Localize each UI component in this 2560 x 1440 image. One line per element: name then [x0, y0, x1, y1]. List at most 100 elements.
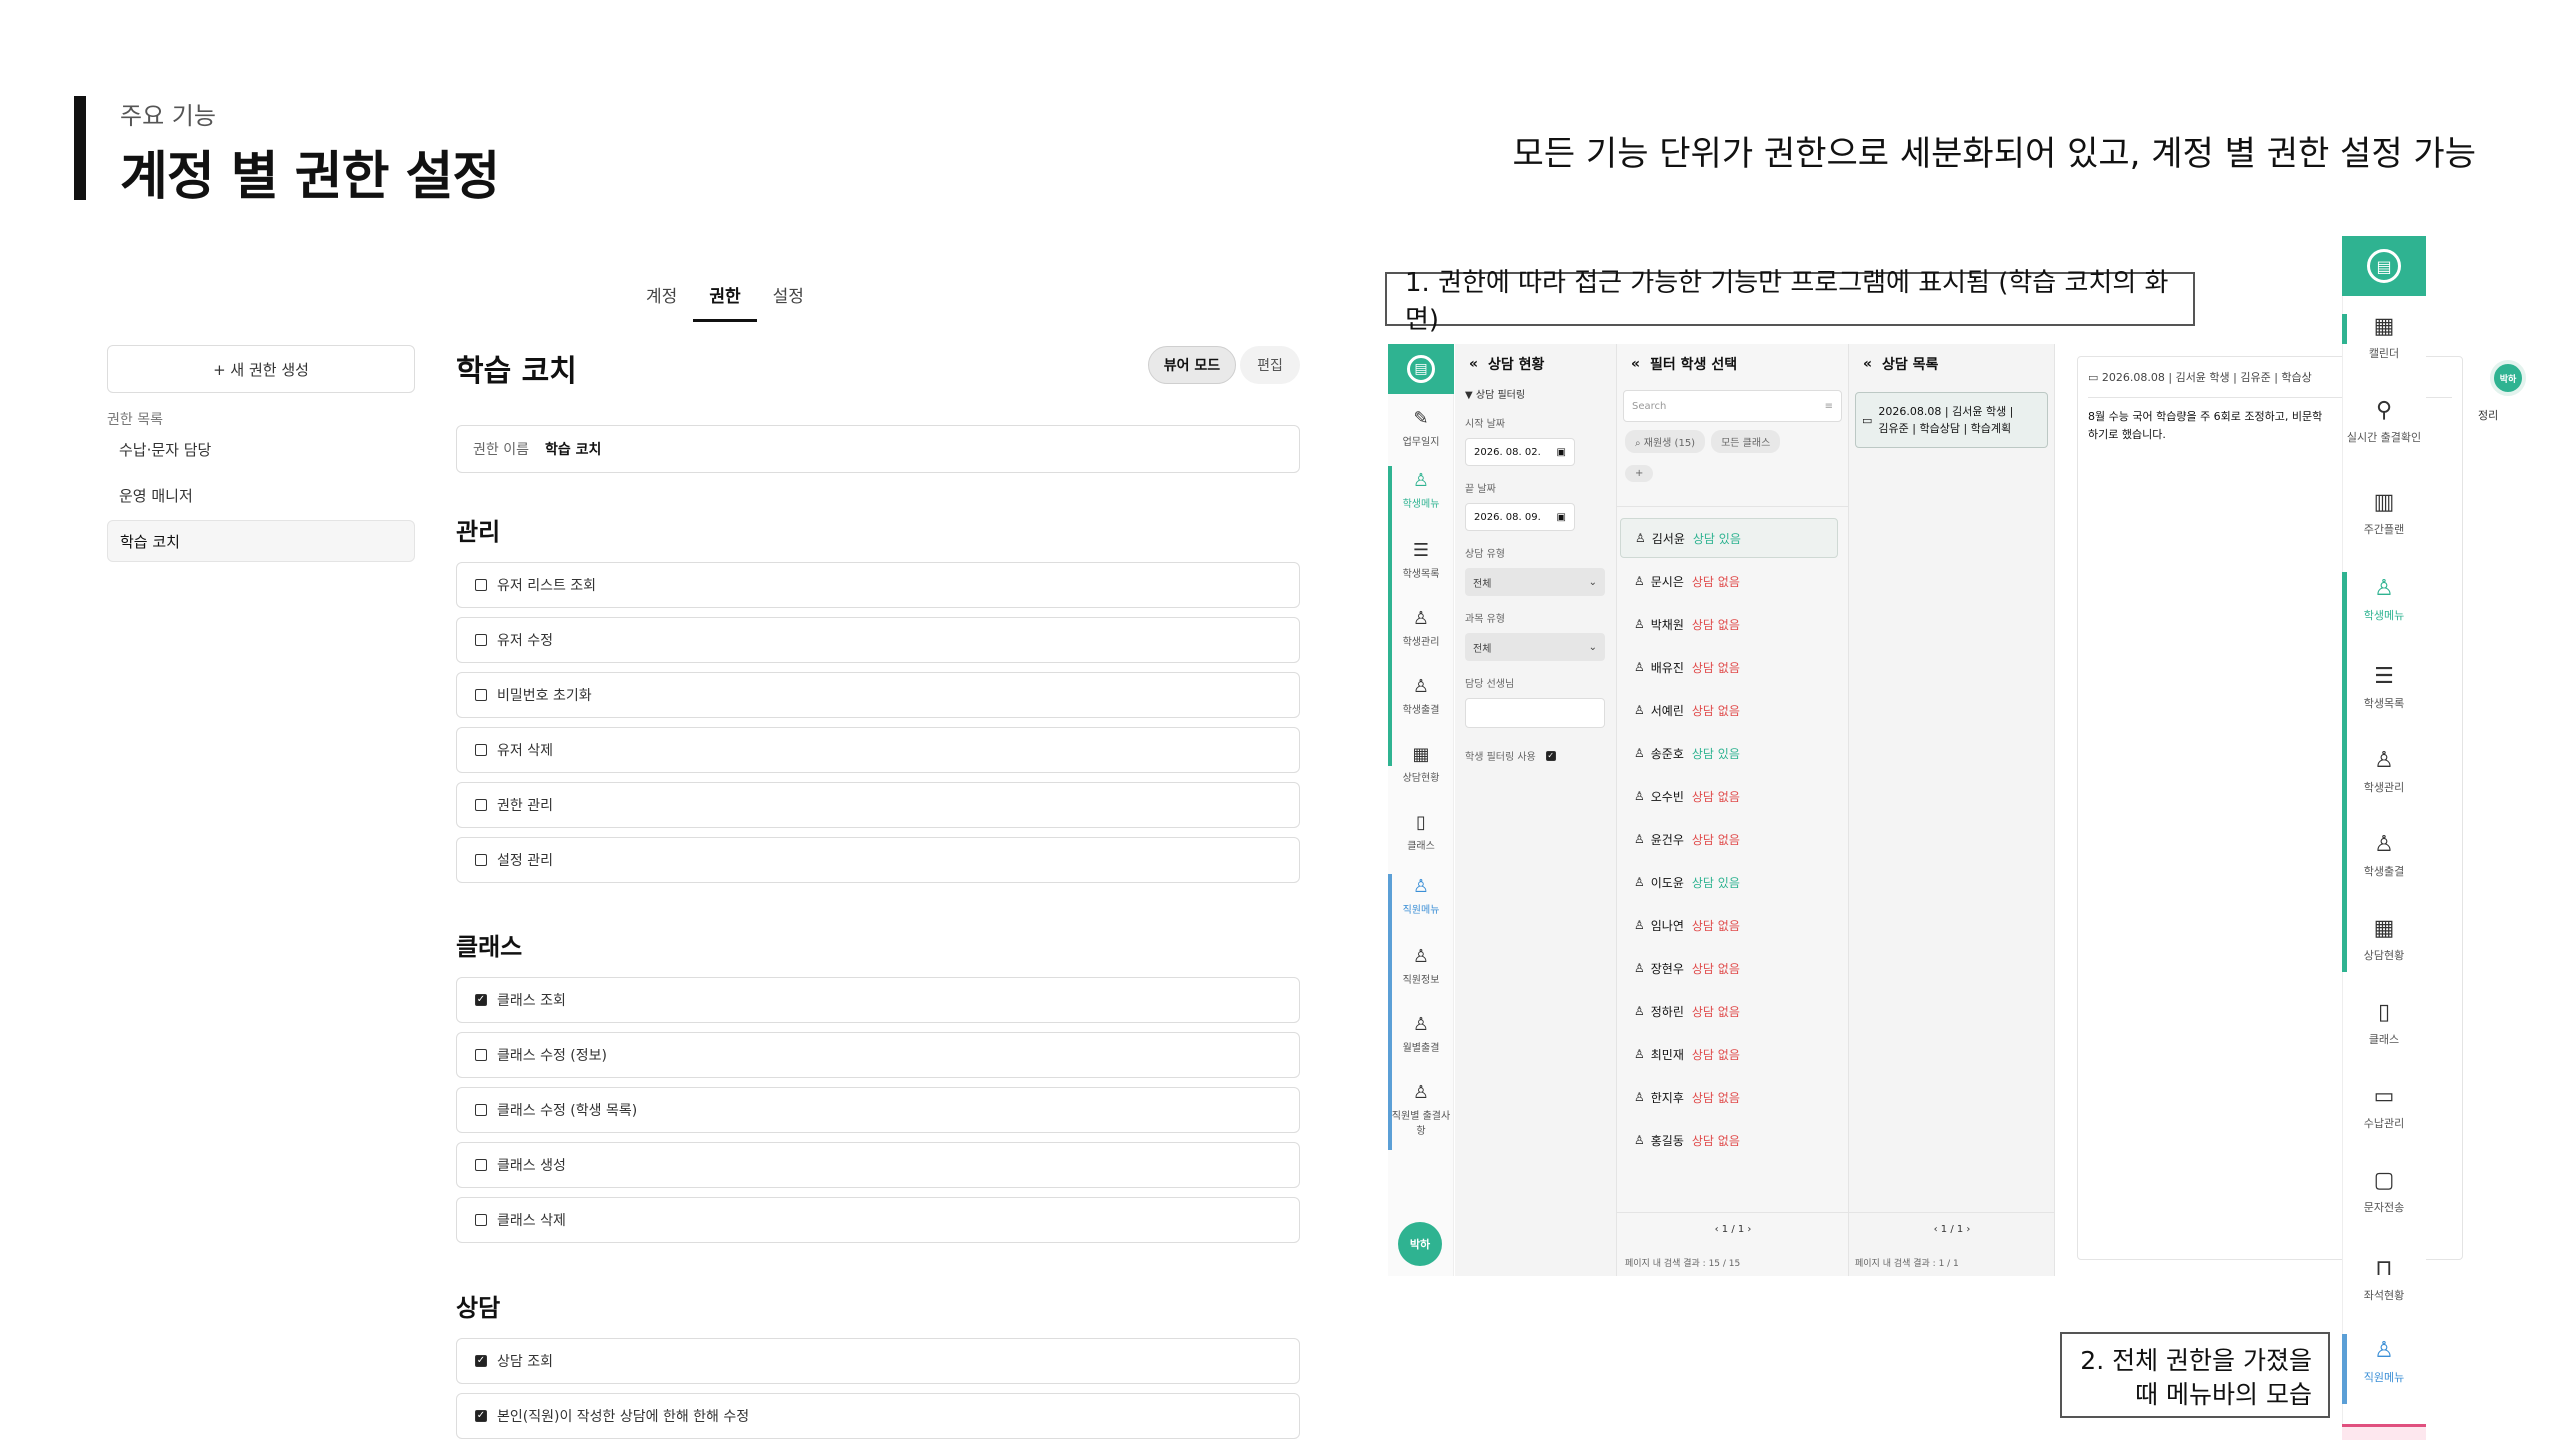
menubar-item-0[interactable]: ▦ 캘린더	[2342, 314, 2426, 361]
permission-checkbox[interactable]	[475, 1104, 487, 1116]
menubar-item-6[interactable]: ♙ 학생출결	[2342, 832, 2426, 879]
menubar-overflow-item[interactable]	[2342, 1424, 2426, 1440]
student-row[interactable]: ♙ 장현우 상담 없음	[1620, 948, 1838, 988]
menubar-item-5[interactable]: ♙ 학생관리	[2342, 748, 2426, 795]
menubar-item-1[interactable]: ⚲ 실시간 출결확인	[2342, 398, 2426, 445]
student-row[interactable]: ♙ 윤건우 상담 없음	[1620, 819, 1838, 859]
menubar-item-11[interactable]: ⊓ 좌석현황	[2342, 1256, 2426, 1303]
permission-checkbox[interactable]	[475, 1159, 487, 1171]
permission-row[interactable]: 비밀번호 초기화	[456, 672, 1300, 718]
mini-menu-item-10[interactable]: ♙ 직원별 출결사항	[1388, 1082, 1454, 1137]
new-role-button[interactable]: + 새 권한 생성	[107, 345, 415, 393]
tab-settings[interactable]: 설정	[757, 282, 820, 322]
menubar-item-9[interactable]: ▭ 수납관리	[2342, 1084, 2426, 1131]
permission-checkbox[interactable]	[475, 1214, 487, 1226]
permission-checkbox[interactable]: ✓	[475, 994, 487, 1006]
mini-menu-item-8[interactable]: ♙ 직원정보	[1388, 946, 1454, 986]
permission-row[interactable]: 클래스 삭제	[456, 1197, 1300, 1243]
permission-checkbox[interactable]: ✓	[475, 1410, 487, 1422]
permission-checkbox[interactable]: ✓	[475, 1355, 487, 1367]
student-row[interactable]: ♙ 문시은 상담 없음	[1620, 561, 1838, 601]
student-row[interactable]: ♙ 정하린 상담 없음	[1620, 991, 1838, 1031]
mini-menu-item-7[interactable]: ♙ 직원메뉴	[1388, 876, 1454, 916]
menubar-item-7[interactable]: ▦ 상담현황	[2342, 916, 2426, 963]
mini-menu-item-5[interactable]: ▦ 상담현황	[1388, 744, 1454, 784]
permission-checkbox[interactable]	[475, 799, 487, 811]
permission-row[interactable]: 유저 삭제	[456, 727, 1300, 773]
permission-row[interactable]: 유저 리스트 조회	[456, 562, 1300, 608]
start-date-input[interactable]: 2026. 08. 02. ▣	[1465, 438, 1575, 466]
calendar-icon: ▦	[2373, 314, 2395, 339]
permission-row[interactable]: 유저 수정	[456, 617, 1300, 663]
mini-menu-item-0[interactable]: ✎ 업무일지	[1388, 408, 1454, 448]
student-row[interactable]: ♙ 김서윤 상담 있음	[1620, 518, 1838, 558]
mini-menu-item-3[interactable]: ♙ 학생관리	[1388, 608, 1454, 648]
menubar-item-10[interactable]: ▢ 문자전송	[2342, 1168, 2426, 1215]
mini-menu-item-9[interactable]: ♙ 월별출결	[1388, 1014, 1454, 1054]
tab-account[interactable]: 계정	[630, 282, 693, 322]
permission-row[interactable]: 클래스 수정 (학생 목록)	[456, 1087, 1300, 1133]
add-chip-button[interactable]: +	[1625, 465, 1654, 482]
student-row[interactable]: ♙ 박채원 상담 없음	[1620, 604, 1838, 644]
edit-button[interactable]: 편집	[1240, 346, 1300, 384]
role-item[interactable]: 운영 매니저	[107, 474, 415, 516]
chip-all-classes[interactable]: 모든 클래스	[1711, 430, 1781, 453]
filter-icon[interactable]: ≡	[1825, 401, 1833, 412]
use-filter-checkbox[interactable]: ✓	[1545, 750, 1556, 761]
student-row[interactable]: ♙ 한지후 상담 없음	[1620, 1077, 1838, 1117]
menubar-item-2[interactable]: ▥ 주간플랜	[2342, 490, 2426, 537]
student-row[interactable]: ♙ 송준호 상담 있음	[1620, 733, 1838, 773]
student-row[interactable]: ♙ 홍길동 상담 없음	[1620, 1120, 1838, 1160]
menubar-item-4[interactable]: ☰ 학생목록	[2342, 664, 2426, 711]
chip-enrolled[interactable]: ⌕ 재원생 (15)	[1625, 430, 1706, 453]
permission-row[interactable]: 클래스 생성	[456, 1142, 1300, 1188]
mini-menu-item-1[interactable]: ♙ 학생메뉴	[1388, 470, 1454, 510]
viewer-mode-button[interactable]: 뷰어 모드	[1148, 346, 1236, 384]
permission-checkbox[interactable]	[475, 634, 487, 646]
type-select[interactable]: 전체 ⌄	[1465, 568, 1605, 596]
consult-card[interactable]: ▭ 2026.08.08 | 김서윤 학생 | 김유준 | 학습상담 | 학습계획	[1855, 392, 2048, 448]
mini-menu-item-2[interactable]: ☰ 학생목록	[1388, 540, 1454, 580]
student-row[interactable]: ♙ 이도윤 상담 있음	[1620, 862, 1838, 902]
student-search-input[interactable]: Search ≡	[1623, 390, 1842, 422]
user-icon: ♙	[1634, 1133, 1645, 1147]
student-row[interactable]: ♙ 오수빈 상담 없음	[1620, 776, 1838, 816]
student-row[interactable]: ♙ 배유진 상담 없음	[1620, 647, 1838, 687]
teacher-input[interactable]	[1465, 698, 1605, 728]
permission-row[interactable]: ✓ 클래스 조회	[456, 977, 1300, 1023]
consult-pager[interactable]: ‹ 1 / 1 ›	[1849, 1224, 2055, 1235]
use-filter-row[interactable]: 학생 필터링 사용 ✓	[1465, 748, 1606, 763]
role-name-field[interactable]: 권한 이름 학습 코치	[456, 425, 1300, 473]
permission-row[interactable]: ✓ 본인(직원)이 작성한 상담에 한해 한해 수정	[456, 1393, 1300, 1439]
student-row[interactable]: ♙ 최민재 상담 없음	[1620, 1034, 1838, 1074]
mini-menu-item-4[interactable]: ♙ 학생출결	[1388, 676, 1454, 716]
permission-row[interactable]: 설정 관리	[456, 837, 1300, 883]
permission-checkbox[interactable]	[475, 689, 487, 701]
student-row[interactable]: ♙ 서예린 상담 없음	[1620, 690, 1838, 730]
chip-row: ⌕ 재원생 (15) 모든 클래스	[1617, 422, 1848, 453]
menubar-item-12[interactable]: ♙ 직원메뉴	[2342, 1338, 2426, 1385]
end-date-input[interactable]: 2026. 08. 09. ▣	[1465, 503, 1575, 531]
collapse-icon[interactable]: «	[1469, 356, 1478, 372]
role-item-selected[interactable]: 학습 코치	[107, 520, 415, 562]
avatar[interactable]: 박하	[2490, 360, 2526, 396]
collapse-icon[interactable]: «	[1631, 356, 1640, 372]
tab-permission[interactable]: 권한	[693, 282, 757, 322]
menubar-item-3[interactable]: ♙ 학생메뉴	[2342, 576, 2426, 623]
user-icon: ♙	[1634, 961, 1645, 975]
subject-select[interactable]: 전체 ⌄	[1465, 633, 1605, 661]
permission-row[interactable]: 클래스 수정 (정보)	[456, 1032, 1300, 1078]
permission-checkbox[interactable]	[475, 1049, 487, 1061]
collapse-icon[interactable]: «	[1863, 356, 1872, 372]
menubar-item-8[interactable]: ▯ 클래스	[2342, 1000, 2426, 1047]
permission-checkbox[interactable]	[475, 854, 487, 866]
mini-menu-item-6[interactable]: ▯ 클래스	[1388, 812, 1454, 852]
role-item[interactable]: 수납·문자 담당	[107, 428, 415, 470]
permission-checkbox[interactable]	[475, 579, 487, 591]
avatar[interactable]: 박하	[1398, 1222, 1442, 1266]
permission-row[interactable]: ✓ 상담 조회	[456, 1338, 1300, 1384]
permission-checkbox[interactable]	[475, 744, 487, 756]
permission-row[interactable]: 권한 관리	[456, 782, 1300, 828]
student-row[interactable]: ♙ 임나연 상담 없음	[1620, 905, 1838, 945]
student-pager[interactable]: ‹ 1 / 1 ›	[1617, 1224, 1849, 1235]
